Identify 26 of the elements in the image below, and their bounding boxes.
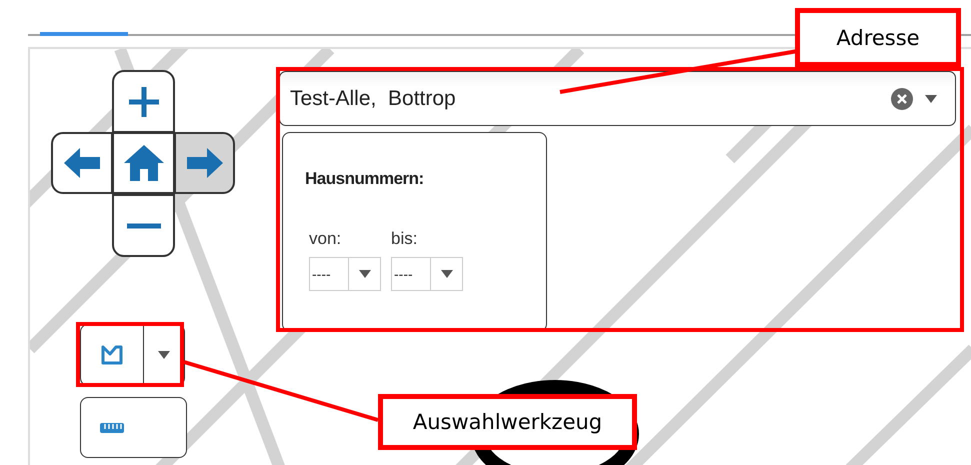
measure-tool-button[interactable] [80, 397, 187, 458]
field-label: bis: [391, 229, 418, 249]
callout-label: Adresse [795, 8, 961, 67]
minus-icon [126, 222, 160, 228]
clear-icon[interactable] [891, 88, 913, 110]
home-button[interactable] [112, 132, 175, 194]
address-field[interactable]: Test-Alle, Bottrop [279, 71, 956, 126]
number-select[interactable]: ---- [309, 257, 381, 291]
panel-title: Hausnummern: [305, 169, 425, 189]
home-icon [124, 145, 164, 181]
zoom-out-button[interactable] [112, 194, 175, 257]
dropdown-caret-icon [925, 94, 937, 102]
callout-label: Auswahlwerkzeug [378, 394, 637, 450]
arrow-right-icon [186, 148, 222, 178]
zoom-in-button[interactable] [112, 70, 175, 133]
number-select[interactable]: ---- [391, 257, 463, 291]
caret-icon [358, 270, 370, 278]
field-label: von: [309, 229, 342, 249]
pan-right-button[interactable] [174, 132, 235, 194]
arrow-left-icon [64, 148, 100, 178]
caret-icon [158, 351, 170, 359]
plus-icon [126, 84, 160, 118]
caret-icon [440, 270, 452, 278]
ruler-icon [99, 422, 125, 434]
selection-icon [101, 345, 123, 365]
pan-left-button[interactable] [51, 132, 113, 194]
